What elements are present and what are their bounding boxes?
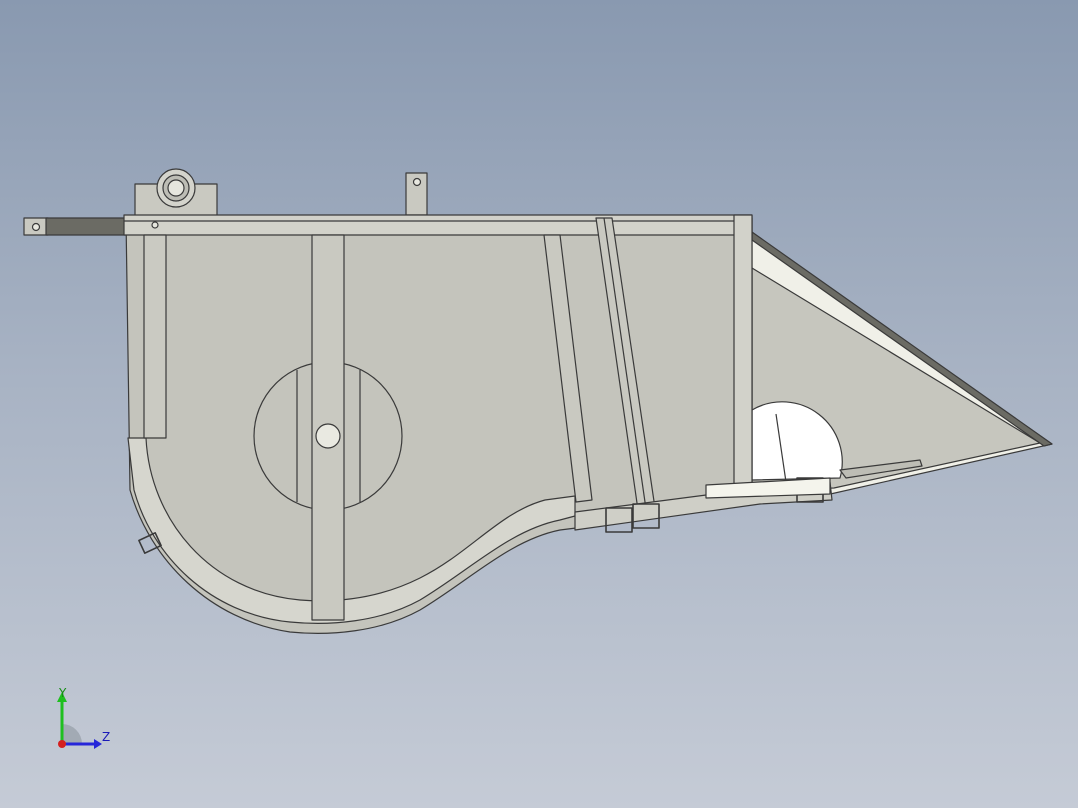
bearing-bore bbox=[167, 179, 185, 197]
left-bracket-hole bbox=[31, 222, 41, 232]
triad-arc bbox=[62, 724, 82, 744]
graphics-viewport[interactable]: Y Z bbox=[0, 0, 1078, 808]
orientation-triad: Y Z bbox=[46, 684, 126, 754]
z-axis-arrowhead bbox=[94, 739, 102, 749]
left-vertical-rib bbox=[143, 234, 167, 439]
top-lug-hole bbox=[412, 177, 422, 187]
right-vertical-post bbox=[733, 214, 753, 498]
x-axis-dot bbox=[58, 740, 66, 748]
hopper-part[interactable] bbox=[23, 168, 1053, 634]
triad-graphic bbox=[57, 692, 102, 749]
left-extension-bar bbox=[45, 217, 127, 236]
shaft-hole bbox=[315, 423, 341, 449]
model-3d-view[interactable] bbox=[0, 0, 1078, 808]
z-axis-label: Z bbox=[102, 730, 111, 744]
top-frame-bar bbox=[123, 214, 753, 236]
top-frame-hole bbox=[151, 221, 159, 229]
y-axis-label: Y bbox=[59, 686, 67, 700]
